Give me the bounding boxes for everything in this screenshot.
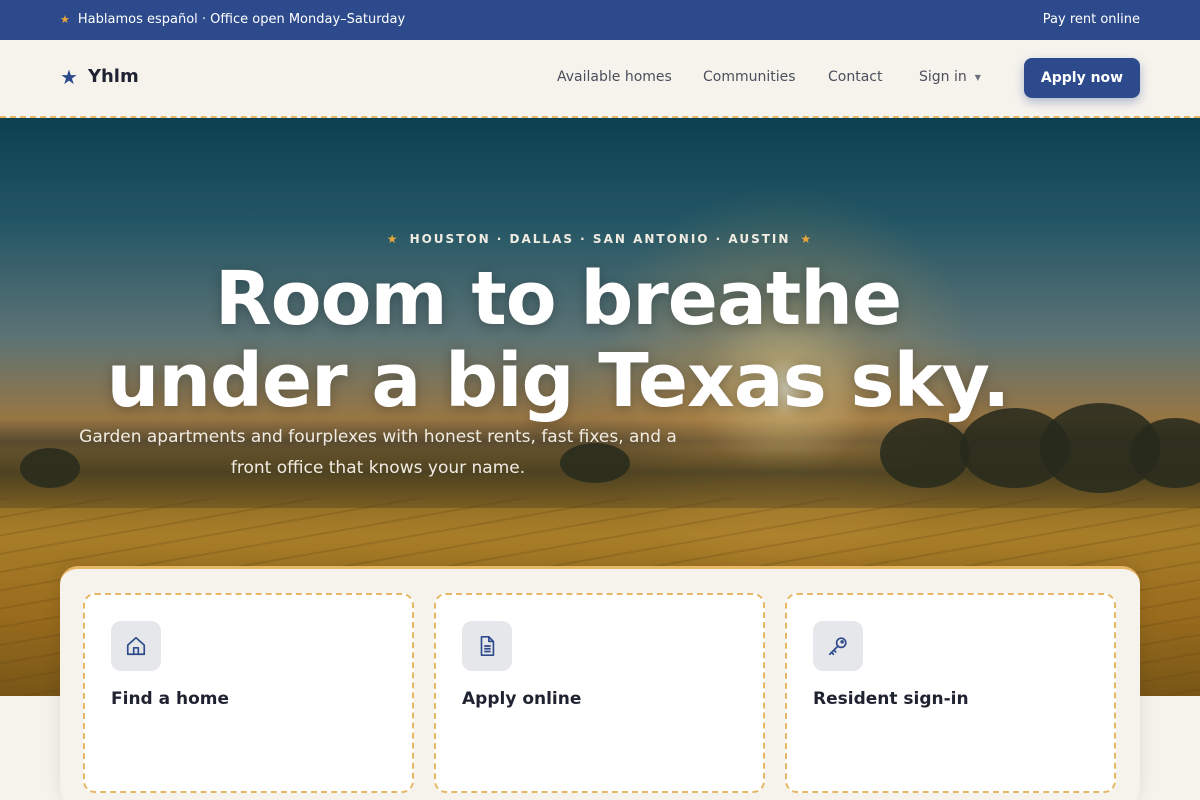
star-icon: ★ bbox=[60, 64, 78, 89]
nav-communities[interactable]: Communities bbox=[703, 69, 796, 85]
sign-in-label: Sign in bbox=[919, 69, 967, 85]
hero-subtitle-line1: Garden apartments and fourplexes with ho… bbox=[79, 427, 677, 447]
house-icon bbox=[111, 621, 161, 671]
hero-headline-line2: under a big Texas sky. bbox=[106, 338, 1011, 424]
nav-available-homes[interactable]: Available homes bbox=[557, 69, 672, 85]
brand-name: Yhlm bbox=[87, 66, 139, 87]
apply-now-button[interactable]: Apply now bbox=[1024, 58, 1140, 98]
card-title: Find a home bbox=[111, 689, 230, 709]
hero-headline: Room to breathe under a big Texas sky. bbox=[0, 258, 1116, 422]
card-find-home[interactable]: Find a home bbox=[83, 593, 414, 793]
hero-subtitle: Garden apartments and fourplexes with ho… bbox=[78, 422, 678, 484]
main-navigation: ★ Yhlm Available homes Communities Conta… bbox=[0, 40, 1200, 118]
announcement-bar: ★ Hablamos español · Office open Monday–… bbox=[0, 0, 1200, 40]
card-title: Apply online bbox=[462, 689, 582, 709]
hero-cities: ★ HOUSTON · DALLAS · SAN ANTONIO · AUSTIN… bbox=[0, 232, 1200, 246]
pay-rent-link[interactable]: Pay rent online bbox=[1043, 12, 1140, 27]
nav-contact[interactable]: Contact bbox=[828, 69, 882, 85]
card-apply-online[interactable]: Apply online bbox=[434, 593, 765, 793]
hero-subtitle-line2: front office that knows your name. bbox=[230, 458, 526, 478]
card-title: Resident sign-in bbox=[813, 689, 969, 709]
caret-down-icon: ▼ bbox=[974, 72, 981, 82]
star-icon: ★ bbox=[60, 13, 70, 26]
brand-logo[interactable]: ★ Yhlm bbox=[60, 66, 139, 87]
hero-headline-line1: Room to breathe bbox=[214, 256, 902, 342]
quick-actions-panel: Find a home Apply online Resident sign-i… bbox=[60, 566, 1140, 800]
hero-cities-text: HOUSTON · DALLAS · SAN ANTONIO · AUSTIN bbox=[409, 232, 791, 246]
sign-in-dropdown[interactable]: Sign in ▼ bbox=[919, 69, 981, 85]
key-icon bbox=[813, 621, 863, 671]
star-icon: ★ bbox=[386, 232, 400, 246]
announcement-text: Hablamos español · Office open Monday–Sa… bbox=[77, 12, 406, 27]
announcement: ★ Hablamos español · Office open Monday–… bbox=[60, 12, 405, 27]
document-icon bbox=[462, 621, 512, 671]
star-icon: ★ bbox=[800, 232, 814, 246]
card-resident-sign-in[interactable]: Resident sign-in bbox=[785, 593, 1116, 793]
